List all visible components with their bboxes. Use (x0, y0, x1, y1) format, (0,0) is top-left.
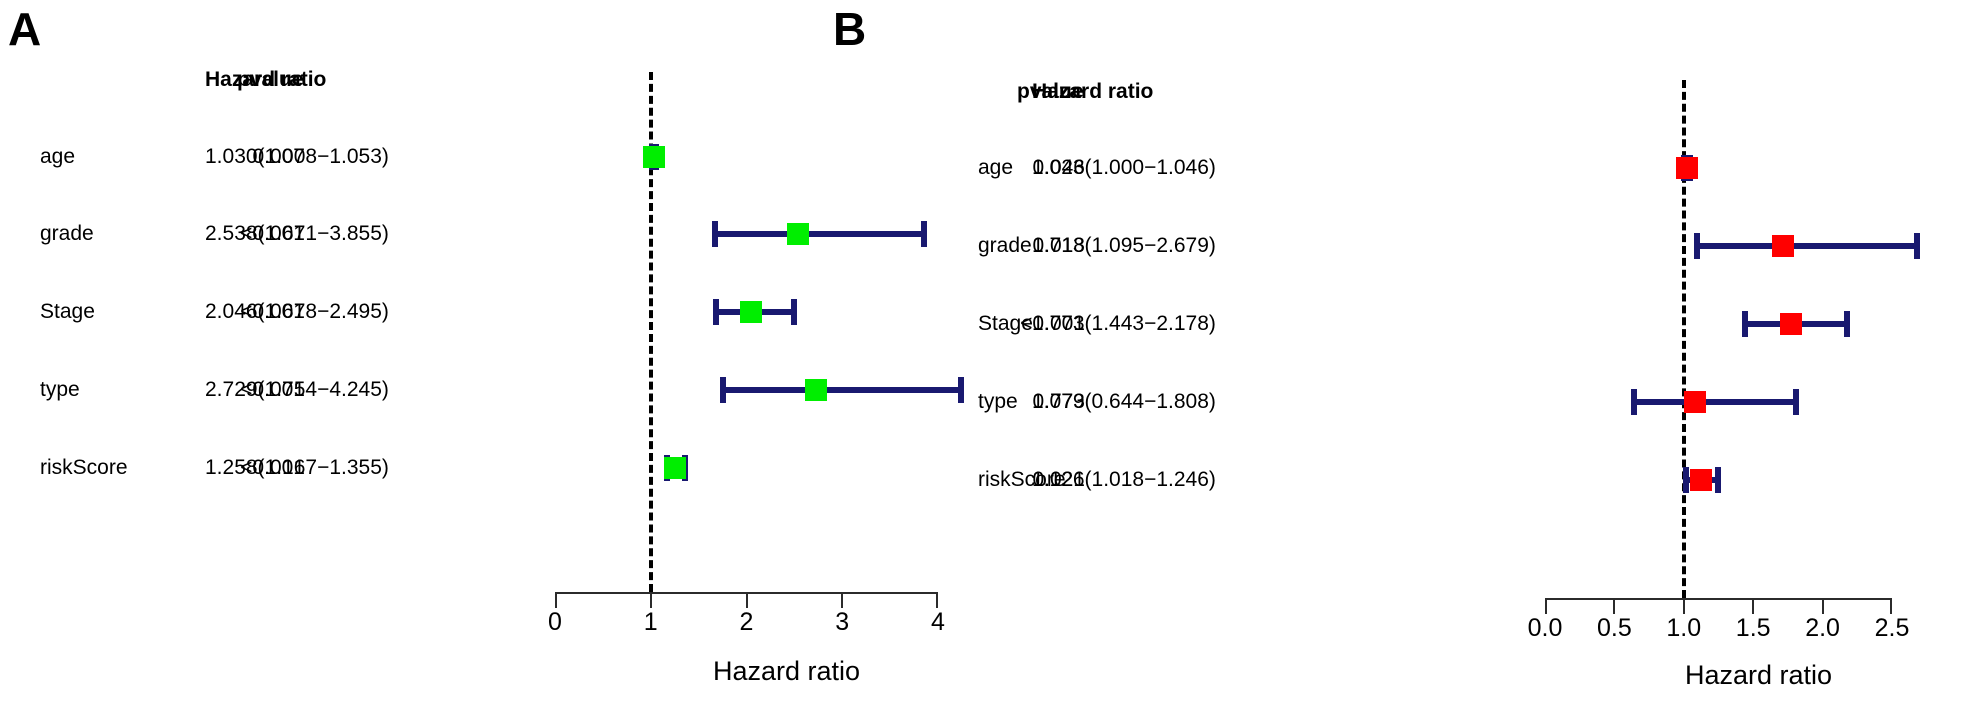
x-axis-tick-label-1: 1 (643, 608, 658, 636)
x-axis-tick-3 (841, 592, 844, 608)
x-axis-tick-label-0: 0 (548, 608, 562, 636)
x-axis-tick-1 (649, 592, 652, 608)
ci-cap-high-stage (1844, 311, 1851, 337)
x-axis-line (1545, 598, 1892, 600)
row-hazard-ratio-stage: 2.046(1.678−2.495) (205, 300, 389, 323)
row-label-type: type (40, 378, 80, 401)
row-hazard-ratio-grade: 2.538(1.671−3.855) (205, 222, 389, 245)
ci-cap-high-grade (1913, 233, 1920, 259)
row-hazard-ratio-riskscore: 1.126(1.018−1.246) (1032, 468, 1216, 491)
row-label-grade: grade (40, 222, 94, 245)
forest-plot-panel-b: B pvalue Hazard ratio age 0.046 1.023(1.000−… (833, 0, 1965, 717)
ci-cap-low-type (1631, 389, 1638, 415)
point-estimate-grade (1771, 235, 1794, 257)
x-axis-cap-right (936, 592, 938, 608)
row-label-stage: Stage (40, 300, 95, 323)
panel-letter-b: B (833, 3, 866, 55)
ci-cap-high-stage (790, 299, 797, 325)
point-estimate-age (1675, 157, 1698, 179)
row-hazard-ratio-type: 1.079(0.644−1.808) (1032, 390, 1216, 413)
x-axis-tick-label-4: 4 (931, 608, 945, 636)
x-axis-cap-right (1890, 598, 1892, 614)
x-axis-tick-label-3: 3 (835, 608, 850, 636)
x-axis-tick-1.5 (1752, 598, 1755, 614)
x-axis-tick-1.0 (1682, 598, 1685, 614)
x-axis-cap-left (1545, 598, 1547, 614)
x-axis-tick-label-2.5: 2.5 (1874, 614, 1910, 642)
row-hazard-ratio-grade: 1.713(1.095−2.679) (1032, 234, 1216, 257)
x-axis-cap-left (555, 592, 557, 608)
point-estimate-riskscore (664, 457, 687, 479)
point-estimate-grade (787, 223, 809, 245)
x-axis-tick-label-2: 2 (739, 608, 754, 636)
row-label-age: age (40, 145, 76, 168)
forest-plot-panel-a: A pvalue Hazard ratio age 0.007 1.030(1.008−… (0, 0, 980, 717)
row-hazard-ratio-riskscore: 1.258(1.167−1.355) (205, 456, 389, 479)
column-header-hazard-ratio: Hazard ratio (1032, 80, 1154, 103)
ci-cap-high-type (1792, 389, 1799, 415)
row-label-riskscore: riskScore (40, 456, 128, 479)
ci-line-type (1634, 399, 1796, 405)
point-estimate-stage (1780, 313, 1803, 335)
x-axis-title: Hazard ratio (1684, 660, 1833, 690)
ci-line-grade (714, 231, 925, 237)
row-hazard-ratio-stage: 1.773(1.443−2.178) (1032, 312, 1216, 335)
point-estimate-type (805, 379, 828, 401)
x-axis-tick-0.5 (1613, 598, 1616, 614)
point-estimate-age (642, 146, 665, 168)
point-estimate-riskscore (1690, 469, 1713, 491)
ci-cap-low-stage (712, 299, 719, 325)
row-hazard-ratio-age: 1.030(1.008−1.053) (205, 145, 389, 168)
ci-cap-low-stage (1742, 311, 1749, 337)
panel-letter-a: A (8, 3, 41, 55)
ci-line-grade (1696, 243, 1917, 249)
point-estimate-type (1683, 391, 1706, 413)
row-hazard-ratio-age: 1.023(1.000−1.046) (1032, 156, 1216, 179)
ci-cap-low-type (719, 377, 726, 403)
x-axis-tick-2.0 (1821, 598, 1824, 614)
row-hazard-ratio-type: 2.729(1.754−4.245) (205, 378, 389, 401)
point-estimate-stage (739, 301, 762, 323)
column-header-hazard-ratio: Hazard ratio (205, 68, 327, 91)
ci-cap-high-riskscore (1714, 467, 1721, 493)
x-axis-tick-2 (745, 592, 748, 608)
ci-cap-low-grade (1693, 233, 1700, 259)
ci-cap-low-riskscore (1683, 467, 1690, 493)
ci-cap-low-grade (711, 221, 718, 247)
